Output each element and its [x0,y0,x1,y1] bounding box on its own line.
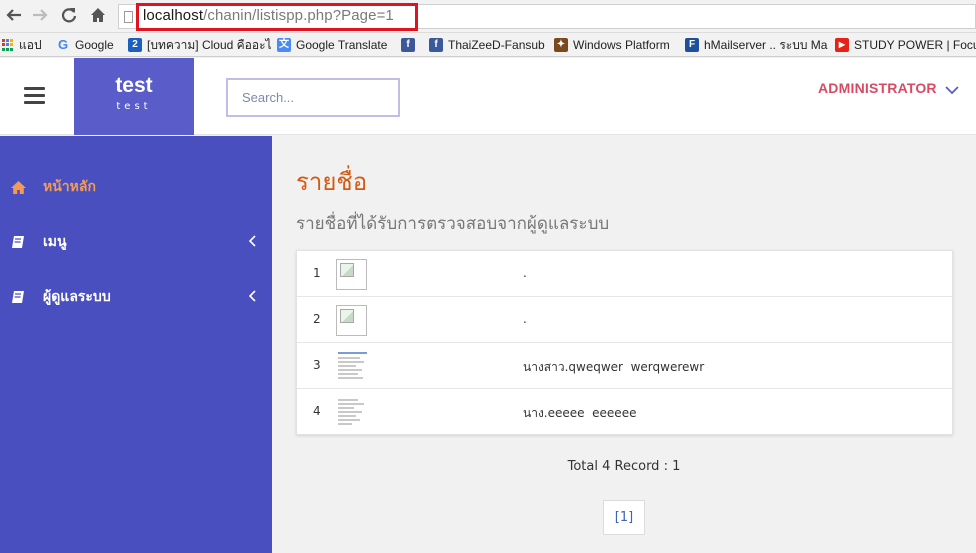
google-translate-icon: 文 [277,38,291,52]
bookmark-cloud-article[interactable]: 2 [บทความ] Cloud คืออะไ [128,36,272,54]
record-total: Total 4 Record : 1 [567,459,681,474]
brand-logo[interactable]: test test [74,58,194,135]
broken-image-icon [336,305,367,336]
row-number: 1 [313,266,321,280]
sidebar-item-label: เมนู [43,234,67,250]
row-name: นาง.eeeee eeeeee [523,406,637,420]
sidebar: หน้าหลัก เมนู ผู้ดูแลระบบ [0,136,272,553]
bookmark-google-translate[interactable]: 文 Google Translate [277,36,387,54]
book-icon [9,289,27,305]
apps-grid-icon [2,39,14,51]
google-icon: G [57,37,69,52]
brand-title: test [115,74,153,97]
list-item[interactable]: 1 . [297,251,952,297]
document-thumbnail [336,396,367,428]
bookmark-2-icon: 2 [128,38,142,52]
bookmarks-bar: แอป G Google 2 [บทความ] Cloud คืออะไ 文 G… [0,33,976,57]
back-button[interactable] [4,6,24,26]
back-arrow-icon [6,9,21,21]
list-item[interactable]: 2 . [297,297,952,343]
bookmark-label: [บทความ] Cloud คืออะไ [147,37,272,52]
sidebar-item-menu[interactable]: เมนู [0,222,272,262]
menu-toggle-icon[interactable] [24,87,45,104]
list-item[interactable]: 4 นาง.eeeee eeeeee [297,389,952,435]
sidebar-item-home[interactable]: หน้าหลัก [0,167,272,207]
facebook-icon: F [685,38,699,52]
list-item[interactable]: 3 นางสาว.qweqwer werqwerewr [297,343,952,389]
row-number: 3 [313,358,321,372]
bookmark-label: ThaiZeeD-Fansub [448,38,545,52]
bookmark-facebook[interactable]: f [401,36,420,54]
bookmark-apps[interactable]: แอป [2,36,42,54]
browser-toolbar: localhost/chanin/listispp.php?Page=1 [0,0,976,33]
bookmark-hmailserver[interactable]: F hMailserver .. ระบบ Ma [685,36,827,54]
bookmark-windows-platform[interactable]: ✦ Windows Platform [554,36,670,54]
sidebar-item-label: หน้าหลัก [43,179,96,195]
youtube-icon: ▶ [835,38,849,52]
bookmark-label: Google [75,38,114,52]
broken-image-icon [336,259,367,290]
forward-arrow-icon [33,9,48,21]
home-button[interactable] [88,6,108,26]
bookmark-google[interactable]: G Google [56,36,114,54]
row-number: 4 [313,404,321,418]
row-number: 2 [313,312,321,326]
row-name: นางสาว.qweqwer werqwerewr [523,360,705,374]
pagination-page-1[interactable]: [1] [603,500,645,535]
forward-button[interactable] [30,6,50,26]
reload-button[interactable] [59,6,79,26]
brand-subtitle: test [116,101,152,112]
sidebar-item-admin[interactable]: ผู้ดูแลระบบ [0,277,272,317]
book-icon [9,234,27,250]
sidebar-item-label: ผู้ดูแลระบบ [43,289,111,305]
user-menu-label[interactable]: ADMINISTRATOR [818,80,937,96]
search-input[interactable] [226,78,400,117]
app-header: test test ADMINISTRATOR [0,58,976,135]
reload-icon [61,8,77,23]
bookmark-label: Google Translate [296,38,388,52]
record-list: 1 . 2 . 3 นางสาว.qweqwer werqwerewr 4 นา… [296,250,953,435]
facebook-icon: f [401,38,415,52]
facebook-icon: f [429,38,443,52]
url-highlight-box [136,3,418,31]
page-title: รายชื่อ [296,168,368,196]
bookmark-label: Windows Platform [573,38,670,52]
page-icon [124,11,133,23]
main-content: รายชื่อ รายชื่อที่ได้รับการตรวจสอบจากผู้… [272,136,976,553]
bookmark-label: แอป [19,37,42,52]
bookmark-thaizeed[interactable]: f ThaiZeeD-Fansub [429,36,545,54]
bookmark-label: STUDY POWER | Focu [854,38,976,52]
home-icon [91,8,105,22]
chevron-down-icon[interactable] [944,82,960,98]
row-name: . [523,312,527,326]
row-name: . [523,266,527,280]
chevron-left-icon[interactable] [248,235,258,247]
windows-platform-icon: ✦ [554,38,568,52]
bookmark-label: hMailserver .. ระบบ Ma [704,37,828,52]
bookmark-study-power[interactable]: ▶ STUDY POWER | Focu [835,36,976,54]
home-icon [9,179,27,195]
chevron-left-icon[interactable] [248,290,258,302]
document-thumbnail [336,350,367,382]
page-subtitle: รายชื่อที่ได้รับการตรวจสอบจากผู้ดูแลระบบ [296,214,610,234]
